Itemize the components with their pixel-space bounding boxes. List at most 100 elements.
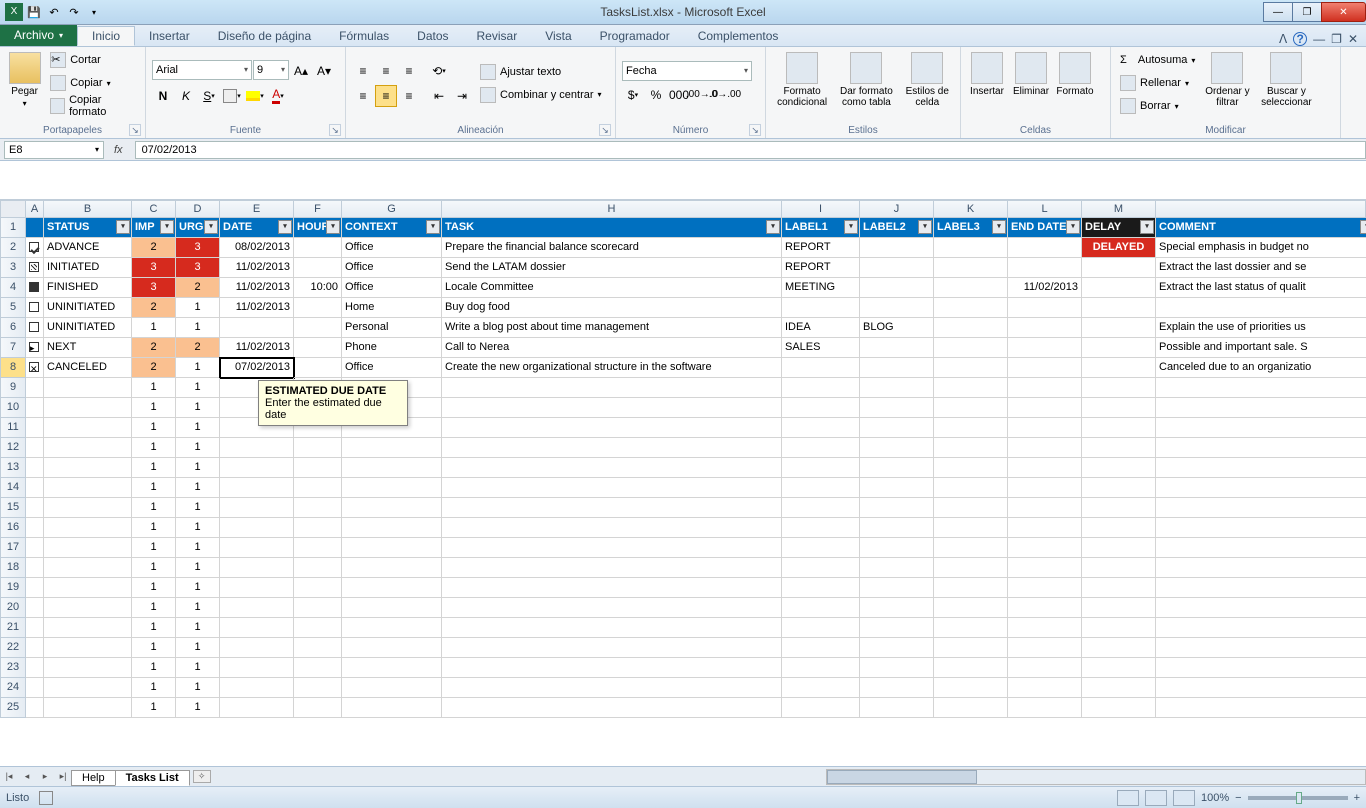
cell[interactable]: 1 bbox=[176, 558, 220, 578]
cell[interactable] bbox=[442, 458, 782, 478]
row-header-15[interactable]: 15 bbox=[0, 498, 26, 518]
cell[interactable] bbox=[1008, 438, 1082, 458]
cell[interactable]: 1 bbox=[132, 458, 176, 478]
cell[interactable] bbox=[934, 238, 1008, 258]
copy-button[interactable]: Copiar▾ bbox=[47, 73, 139, 93]
cell[interactable] bbox=[1156, 678, 1366, 698]
table-header-task[interactable]: TASK▾ bbox=[442, 218, 782, 238]
cell[interactable] bbox=[1008, 318, 1082, 338]
cell[interactable] bbox=[26, 638, 44, 658]
cell[interactable] bbox=[342, 458, 442, 478]
cell[interactable] bbox=[860, 238, 934, 258]
table-header-imp[interactable]: IMP▾ bbox=[132, 218, 176, 238]
cell[interactable] bbox=[860, 398, 934, 418]
table-header-blank[interactable] bbox=[26, 218, 44, 238]
cell[interactable] bbox=[26, 278, 44, 298]
ribbon-tab-complementos[interactable]: Complementos bbox=[684, 26, 793, 46]
cell[interactable] bbox=[860, 418, 934, 438]
cell[interactable] bbox=[1008, 678, 1082, 698]
cell[interactable] bbox=[782, 418, 860, 438]
cell[interactable] bbox=[26, 338, 44, 358]
cell[interactable] bbox=[1156, 438, 1366, 458]
cell[interactable]: Call to Nerea bbox=[442, 338, 782, 358]
cell[interactable] bbox=[860, 658, 934, 678]
zoom-in-button[interactable]: + bbox=[1354, 792, 1360, 804]
cell[interactable]: BLOG bbox=[860, 318, 934, 338]
cell[interactable] bbox=[44, 538, 132, 558]
page-break-view-button[interactable] bbox=[1173, 790, 1195, 806]
row-header-9[interactable]: 9 bbox=[0, 378, 26, 398]
cell[interactable]: Office bbox=[342, 238, 442, 258]
ribbon-tab-vista[interactable]: Vista bbox=[531, 26, 585, 46]
filter-dropdown-comment[interactable]: ▾ bbox=[1360, 220, 1366, 234]
row-header-20[interactable]: 20 bbox=[0, 598, 26, 618]
cell[interactable]: 1 bbox=[132, 478, 176, 498]
cell[interactable] bbox=[44, 678, 132, 698]
maximize-button[interactable]: ❐ bbox=[1292, 2, 1322, 22]
sheet-tab-help[interactable]: Help bbox=[71, 770, 116, 786]
cell[interactable]: 3 bbox=[132, 278, 176, 298]
font-launcher[interactable]: ↘ bbox=[329, 124, 341, 136]
cell[interactable] bbox=[934, 378, 1008, 398]
row-header-17[interactable]: 17 bbox=[0, 538, 26, 558]
currency-button[interactable]: $▾ bbox=[622, 84, 644, 106]
cell[interactable] bbox=[220, 558, 294, 578]
cell[interactable] bbox=[1156, 598, 1366, 618]
filter-dropdown-context[interactable]: ▾ bbox=[426, 220, 440, 234]
cell[interactable]: 1 bbox=[176, 318, 220, 338]
column-header-D[interactable]: D bbox=[176, 200, 220, 218]
row-header-1[interactable]: 1 bbox=[0, 218, 26, 238]
cell[interactable] bbox=[782, 618, 860, 638]
wrap-text-button[interactable]: Ajustar texto bbox=[477, 62, 605, 82]
table-header-status[interactable]: STATUS▾ bbox=[44, 218, 132, 238]
cell[interactable]: REPORT bbox=[782, 238, 860, 258]
cell[interactable] bbox=[442, 398, 782, 418]
cell[interactable] bbox=[26, 698, 44, 718]
cell[interactable] bbox=[26, 298, 44, 318]
column-header-J[interactable]: J bbox=[860, 200, 934, 218]
cell[interactable]: Extract the last dossier and se bbox=[1156, 258, 1366, 278]
cell[interactable] bbox=[26, 318, 44, 338]
cell[interactable] bbox=[442, 598, 782, 618]
format-as-table-button[interactable]: Dar formato como tabla bbox=[836, 49, 896, 108]
cell[interactable] bbox=[782, 578, 860, 598]
cell[interactable]: 08/02/2013 bbox=[220, 238, 294, 258]
redo-icon[interactable]: ↷ bbox=[65, 3, 83, 21]
merge-center-button[interactable]: Combinar y centrar▾ bbox=[477, 85, 605, 105]
cell[interactable]: CANCELED bbox=[44, 358, 132, 378]
cell[interactable] bbox=[1008, 638, 1082, 658]
cell[interactable] bbox=[342, 578, 442, 598]
column-header-E[interactable]: E bbox=[220, 200, 294, 218]
cell-styles-button[interactable]: Estilos de celda bbox=[901, 49, 954, 108]
cell[interactable]: 1 bbox=[132, 398, 176, 418]
cell[interactable] bbox=[934, 438, 1008, 458]
cell[interactable] bbox=[934, 278, 1008, 298]
cell[interactable] bbox=[294, 638, 342, 658]
column-header-K[interactable]: K bbox=[934, 200, 1008, 218]
cell[interactable] bbox=[860, 598, 934, 618]
cell[interactable] bbox=[934, 598, 1008, 618]
cell[interactable]: DELAYED bbox=[1082, 238, 1156, 258]
cell[interactable]: Canceled due to an organizatio bbox=[1156, 358, 1366, 378]
cell[interactable] bbox=[1082, 638, 1156, 658]
cell[interactable] bbox=[442, 478, 782, 498]
cell[interactable] bbox=[860, 338, 934, 358]
cell[interactable] bbox=[220, 618, 294, 638]
cell[interactable] bbox=[442, 678, 782, 698]
cell[interactable] bbox=[294, 438, 342, 458]
cell[interactable] bbox=[442, 378, 782, 398]
cell[interactable] bbox=[860, 518, 934, 538]
cell[interactable]: Office bbox=[342, 278, 442, 298]
cell[interactable] bbox=[860, 498, 934, 518]
ribbon-tab-programador[interactable]: Programador bbox=[586, 26, 684, 46]
cell[interactable]: SALES bbox=[782, 338, 860, 358]
cell[interactable] bbox=[26, 378, 44, 398]
cell[interactable] bbox=[1008, 398, 1082, 418]
cell[interactable] bbox=[782, 658, 860, 678]
cell[interactable] bbox=[44, 398, 132, 418]
cell[interactable]: NEXT bbox=[44, 338, 132, 358]
sheet-nav-next[interactable]: ▸ bbox=[36, 771, 54, 782]
filter-dropdown-imp[interactable]: ▾ bbox=[160, 220, 174, 234]
cell[interactable] bbox=[442, 658, 782, 678]
cell[interactable] bbox=[26, 558, 44, 578]
